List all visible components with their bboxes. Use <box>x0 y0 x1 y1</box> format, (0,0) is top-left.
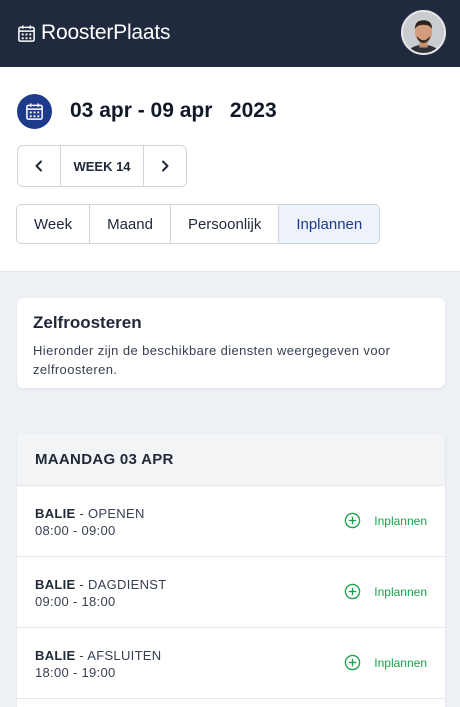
intro-text: Hieronder zijn de beschikbare diensten w… <box>33 343 391 377</box>
shift-location: BALIE <box>35 506 76 521</box>
top-bar: RoosterPlaats <box>0 0 460 67</box>
schedule-shift-button[interactable]: Inplannen <box>344 583 427 600</box>
calendar-icon <box>26 103 43 120</box>
shift-separator: - <box>75 648 88 663</box>
shift-type: AFSLUITEN <box>87 648 162 663</box>
tab-inplannen[interactable]: Inplannen <box>279 205 380 243</box>
chevron-right-icon <box>162 160 169 172</box>
shift-type: DAGDIENST <box>87 577 167 592</box>
shift-location: BALIE <box>35 577 76 592</box>
calendar-icon <box>18 24 35 42</box>
shift-name: BALIE - OPENEN <box>35 506 145 521</box>
chevron-left-icon <box>35 160 42 172</box>
shift-row: BALIE - AFSLUITEN 18:00 - 19:00 Inplanne… <box>17 628 445 699</box>
shift-row: BALIE - DAGDIENST 09:00 - 18:00 Inplanne… <box>17 557 445 628</box>
tab-persoonlijk[interactable]: Persoonlijk <box>171 205 280 243</box>
day-shifts-card: MAANDAG 03 APR BALIE - OPENEN 08:00 - 09… <box>17 433 445 707</box>
shift-info: BALIE - OPENEN 08:00 - 09:00 <box>35 506 145 538</box>
plus-circle-icon <box>345 512 361 529</box>
shift-separator: - <box>75 506 88 521</box>
intro-title: Zelfroosteren <box>33 313 142 332</box>
shift-separator: - <box>75 577 88 592</box>
schedule-label: Inplannen <box>374 655 427 670</box>
tab-week[interactable]: Week <box>17 205 91 243</box>
shift-time: 08:00 - 09:00 <box>35 523 116 538</box>
plus-circle-icon <box>345 654 361 671</box>
brand-logo[interactable]: RoosterPlaats <box>17 21 170 45</box>
schedule-shift-button[interactable]: Inplannen <box>344 654 427 671</box>
avatar-photo <box>403 12 444 53</box>
user-avatar[interactable] <box>401 10 446 55</box>
shift-name: BALIE - DAGDIENST <box>35 577 167 592</box>
plus-circle-icon <box>345 583 361 600</box>
view-tabs: Week Maand Persoonlijk Inplannen <box>16 204 381 244</box>
shift-info: BALIE - AFSLUITEN 18:00 - 19:00 <box>35 648 161 680</box>
calendar-badge <box>17 94 52 129</box>
self-scheduling-info-card: Zelfroosteren Hieronder zijn de beschikb… <box>17 298 445 388</box>
next-week-button[interactable] <box>144 146 186 186</box>
week-navigator: WEEK 14 <box>17 145 187 187</box>
tab-maand[interactable]: Maand <box>90 205 171 243</box>
shift-row: BALIE - OPENEN 08:00 - 09:00 Inplannen <box>17 486 445 557</box>
shift-time: 18:00 - 19:00 <box>35 665 116 680</box>
date-range-title: 03 apr - 09 apr 2023 <box>70 99 277 122</box>
shift-time: 09:00 - 18:00 <box>35 594 116 609</box>
shift-name: BALIE - AFSLUITEN <box>35 648 161 663</box>
brand-name: RoosterPlaats <box>41 21 171 44</box>
shift-info: BALIE - DAGDIENST 09:00 - 18:00 <box>35 577 167 609</box>
schedule-shift-button[interactable]: Inplannen <box>344 512 427 529</box>
shift-type: OPENEN <box>87 506 145 521</box>
schedule-label: Inplannen <box>374 513 427 528</box>
week-header-panel: 03 apr - 09 apr 2023 WEEK 14 Week Maand … <box>0 67 460 272</box>
week-label: WEEK 14 <box>60 146 144 186</box>
shift-location: BALIE <box>35 648 76 663</box>
day-title: MAANDAG 03 APR <box>17 433 445 486</box>
previous-week-button[interactable] <box>18 146 60 186</box>
schedule-label: Inplannen <box>374 584 427 599</box>
